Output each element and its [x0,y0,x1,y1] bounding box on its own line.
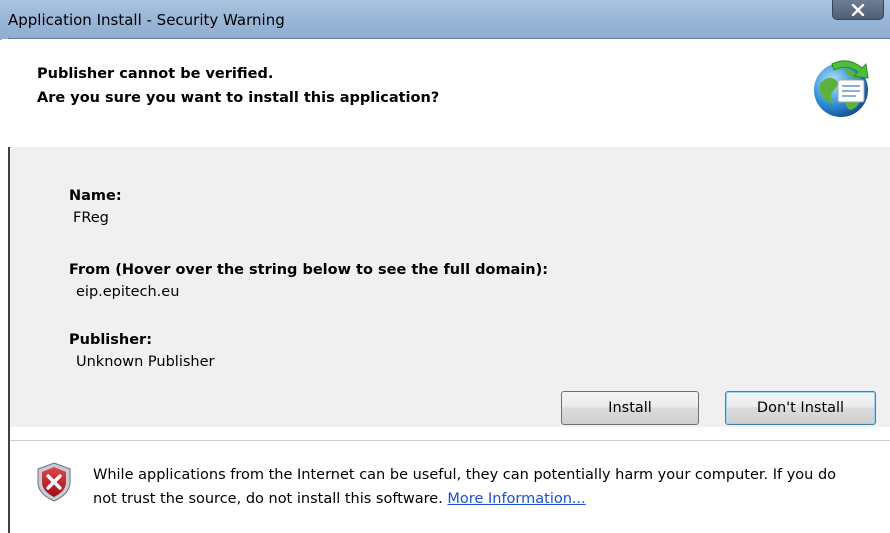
warning-message: While applications from the Internet can… [93,463,853,511]
publisher-label: Publisher: [69,332,153,348]
name-value: FReg [73,210,109,226]
header-line-1: Publisher cannot be verified. [37,66,274,82]
dont-install-button[interactable]: Don't Install [725,391,876,425]
title-bar: Application Install - Security Warning [0,0,890,40]
from-value[interactable]: eip.epitech.eu [76,284,179,300]
shield-warning-icon [37,462,71,502]
window-title: Application Install - Security Warning [8,11,285,29]
publisher-value: Unknown Publisher [76,354,215,370]
close-button[interactable] [832,0,884,20]
more-information-link[interactable]: More Information... [447,491,585,507]
from-label: From (Hover over the string below to see… [69,262,549,278]
header-line-2: Are you sure you want to install this ap… [37,90,440,106]
install-button[interactable]: Install [561,391,699,425]
name-label: Name: [69,188,122,204]
close-icon [851,3,865,16]
globe-install-icon [814,60,869,117]
